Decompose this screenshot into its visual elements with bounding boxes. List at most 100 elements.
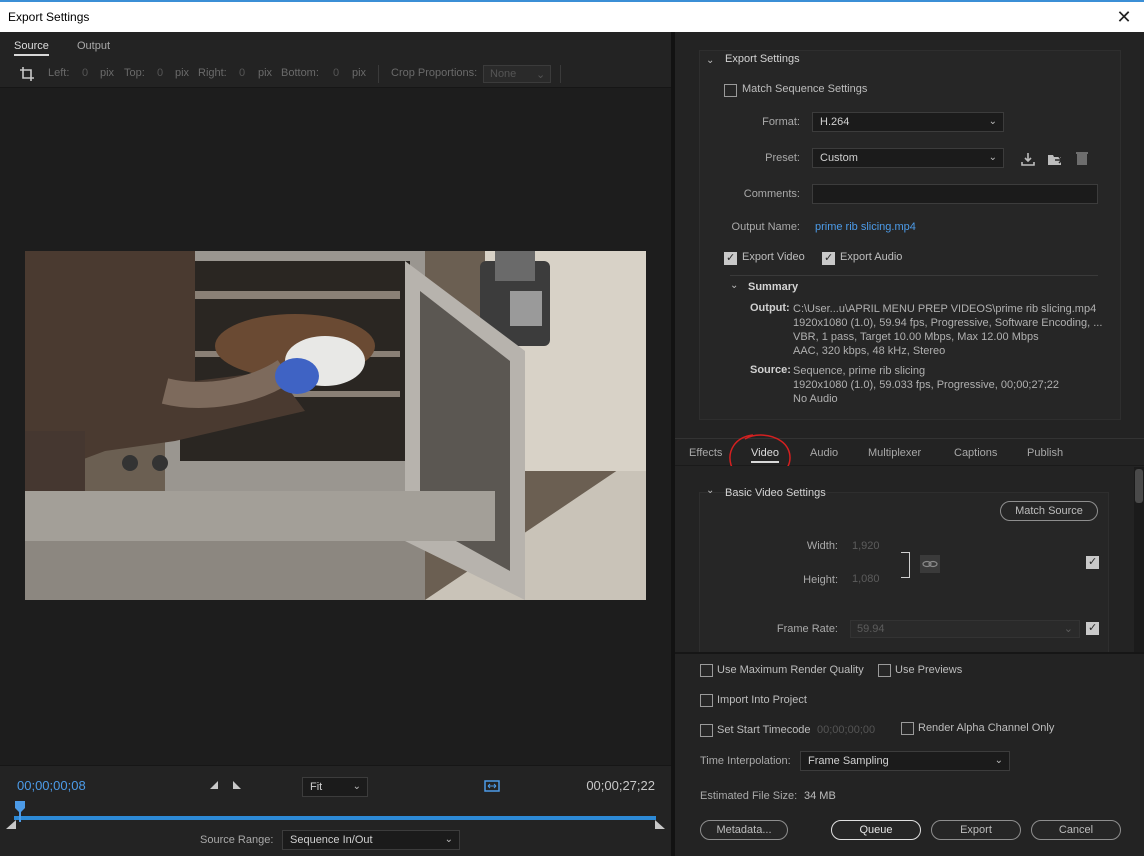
crop-toolbar: Left: 0 pix Top: 0 pix Right: 0 pix Bott… (0, 60, 671, 88)
tab-source[interactable]: Source (14, 40, 49, 56)
current-timecode[interactable]: 00;00;00;08 (17, 778, 86, 793)
settings-tabs: Effects Video Audio Multiplexer Captions… (675, 434, 1144, 478)
crop-bottom-unit: pix (352, 67, 367, 79)
match-sequence-checkbox[interactable] (724, 84, 737, 97)
delete-preset-icon[interactable] (1075, 150, 1089, 166)
save-preset-icon[interactable] (1020, 151, 1036, 167)
crop-bottom-value[interactable]: 0 (333, 67, 339, 79)
export-audio-checkbox[interactable] (822, 252, 835, 265)
format-dropdown[interactable]: H.264 ⌄ (812, 112, 1004, 132)
source-range-dropdown[interactable]: Sequence In/Out ⌄ (282, 830, 460, 850)
export-video-checkbox[interactable] (724, 252, 737, 265)
metadata-button[interactable]: Metadata... (700, 820, 788, 840)
render-alpha-checkbox[interactable] (901, 722, 914, 735)
chevron-down-icon[interactable]: ⌄ (730, 280, 738, 291)
output-name-link[interactable]: prime rib slicing.mp4 (815, 221, 916, 233)
set-in-point-icon[interactable] (208, 779, 220, 791)
source-preview-panel: Source Output Left: 0 pix Top: 0 pix Rig… (0, 32, 671, 856)
import-into-project-checkbox[interactable] (700, 694, 713, 707)
use-previews-label: Use Previews (895, 664, 963, 676)
preset-label: Preset: (765, 152, 800, 164)
crop-icon[interactable] (19, 66, 35, 82)
summary-source-line: No Audio (793, 393, 838, 405)
import-preset-icon[interactable] (1046, 151, 1064, 167)
close-icon[interactable]: ✕ (1112, 6, 1136, 28)
scrollbar-thumb[interactable] (1135, 469, 1143, 503)
crop-right-value[interactable]: 0 (239, 67, 245, 79)
crop-left-value[interactable]: 0 (82, 67, 88, 79)
width-value[interactable]: 1,920 (852, 540, 880, 552)
crop-left-unit: pix (100, 67, 115, 79)
timeline-track[interactable] (14, 816, 656, 820)
estimated-file-size-label: Estimated File Size: (700, 790, 798, 802)
tab-effects[interactable]: Effects (689, 447, 722, 459)
export-video-label: Export Video (742, 251, 805, 263)
crop-top-value[interactable]: 0 (157, 67, 163, 79)
in-point-marker[interactable] (5, 820, 17, 830)
queue-button[interactable]: Queue (831, 820, 921, 840)
zoom-fit-dropdown[interactable]: Fit ⌄ (302, 777, 368, 797)
width-height-override-checkbox[interactable] (1086, 556, 1099, 569)
match-sequence-label: Match Sequence Settings (742, 83, 868, 95)
tab-captions[interactable]: Captions (954, 447, 997, 459)
toolbar-divider (378, 65, 379, 83)
set-out-point-icon[interactable] (231, 779, 243, 791)
tab-multiplexer[interactable]: Multiplexer (868, 447, 921, 459)
chevron-down-icon: ⌄ (994, 755, 1003, 766)
width-label: Width: (806, 540, 838, 552)
zoom-fit-value: Fit (310, 781, 323, 793)
height-value[interactable]: 1,080 (852, 573, 880, 585)
frame-rate-dropdown[interactable]: 59.94 ⌄ (850, 620, 1080, 638)
toolbar-divider (560, 65, 561, 83)
import-into-project-label: Import Into Project (717, 694, 807, 706)
tab-output[interactable]: Output (77, 40, 110, 52)
scrollbar[interactable] (1134, 467, 1144, 652)
tab-audio[interactable]: Audio (810, 447, 838, 459)
cancel-button[interactable]: Cancel (1031, 820, 1121, 840)
crop-proportions-label: Crop Proportions: (391, 67, 478, 79)
summary-source-line: 1920x1080 (1.0), 59.033 fps, Progressive… (793, 379, 1060, 391)
preset-value: Custom (820, 152, 858, 164)
chevron-down-icon: ⌄ (1063, 623, 1073, 635)
estimated-file-size-value: 34 MB (804, 790, 836, 802)
start-timecode-value[interactable]: 00;00;00;00 (817, 724, 875, 736)
export-button[interactable]: Export (931, 820, 1021, 840)
chevron-down-icon[interactable]: ⌄ (706, 485, 714, 496)
time-interpolation-dropdown[interactable]: Frame Sampling ⌄ (800, 751, 1010, 771)
format-label: Format: (762, 116, 800, 128)
summary-output-line: 1920x1080 (1.0), 59.94 fps, Progressive,… (793, 317, 1103, 329)
chevron-down-icon[interactable]: ⌄ (706, 55, 714, 66)
out-point-marker[interactable] (654, 820, 666, 830)
crop-bottom-label: Bottom: (281, 67, 319, 79)
basic-video-settings: ⌄ Basic Video Settings Match Source Widt… (699, 485, 1109, 652)
crop-top-unit: pix (175, 67, 190, 79)
start-timecode-checkbox[interactable] (700, 724, 713, 737)
crop-proportions-dropdown[interactable]: None ⌄ (483, 65, 551, 83)
chain-link-icon[interactable] (920, 555, 940, 573)
crop-proportions-value: None (490, 68, 517, 80)
height-label: Height: (803, 574, 838, 586)
playhead-handle[interactable] (14, 800, 26, 822)
chevron-down-icon: ⌄ (988, 152, 997, 163)
timeline-controls: 00;00;00;08 Fit ⌄ 00;00;27;22 Source Ran… (0, 765, 671, 856)
frame-rate-value: 59.94 (857, 623, 885, 635)
summary-output-label: Output: (750, 302, 790, 314)
aspect-ratio-icon[interactable] (483, 777, 501, 795)
use-previews-checkbox[interactable] (878, 664, 891, 677)
max-render-quality-label: Use Maximum Render Quality (717, 664, 864, 676)
summary-source-label: Source: (750, 364, 791, 376)
frame-rate-override-checkbox[interactable] (1086, 622, 1099, 635)
comments-input[interactable] (812, 184, 1098, 204)
chevron-down-icon: ⌄ (444, 834, 453, 845)
chevron-down-icon: ⌄ (536, 69, 546, 81)
match-source-button[interactable]: Match Source (1000, 501, 1098, 521)
basic-video-header: Basic Video Settings (725, 487, 826, 499)
output-name-label: Output Name: (731, 221, 800, 233)
tab-publish[interactable]: Publish (1027, 447, 1063, 459)
format-value: H.264 (820, 116, 850, 128)
max-render-quality-checkbox[interactable] (700, 664, 713, 677)
start-timecode-label: Set Start Timecode (717, 724, 811, 736)
crop-top-label: Top: (124, 67, 145, 79)
summary-output-details: C:\User...u\APRIL MENU PREP VIDEOS\prime… (793, 302, 1118, 358)
preset-dropdown[interactable]: Custom ⌄ (812, 148, 1004, 168)
